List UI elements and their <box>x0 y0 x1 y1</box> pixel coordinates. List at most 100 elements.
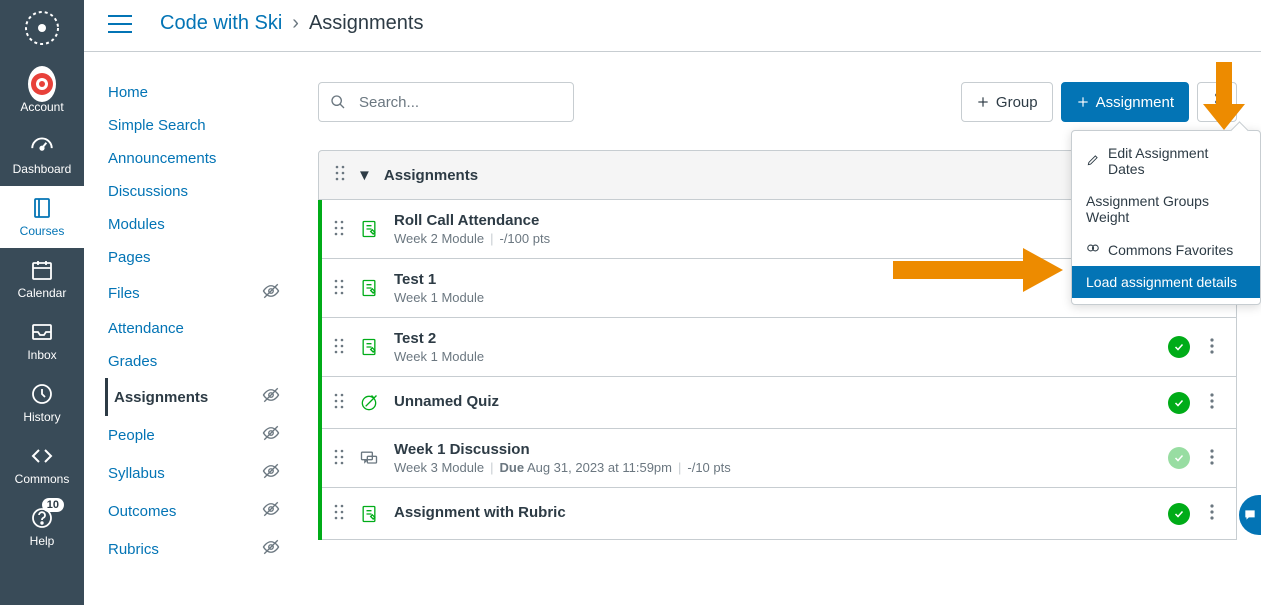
assignment-row: Assignment with Rubric <box>322 488 1237 540</box>
hamburger-menu[interactable] <box>108 15 132 33</box>
assignment-title[interactable]: Unnamed Quiz <box>394 393 1154 410</box>
nav-label: Inbox <box>27 348 56 362</box>
course-nav: Home Simple Search AnnouncementsDiscussion… <box>84 60 294 605</box>
dropdown-item[interactable]: Assignment Groups Weight <box>1072 185 1260 233</box>
course-nav-item[interactable]: Grades <box>108 345 294 378</box>
assignment-icon <box>358 504 380 524</box>
toolbar: Group Assignment <box>318 82 1237 122</box>
dropdown-label: Assignment Groups Weight <box>1086 193 1246 225</box>
dropdown-item[interactable]: Commons Favorites <box>1072 233 1260 266</box>
nav-label: Help <box>30 534 55 548</box>
caret-down-icon[interactable]: ▼ <box>357 167 372 184</box>
book-icon <box>28 194 56 222</box>
published-icon[interactable] <box>1168 503 1190 525</box>
course-nav-item[interactable]: Discussions <box>108 175 294 208</box>
drag-handle-icon[interactable] <box>334 338 344 357</box>
nav-dashboard[interactable]: Dashboard <box>0 124 84 186</box>
course-nav-item[interactable]: Pages <box>108 241 294 274</box>
course-nav-item[interactable]: People <box>108 416 294 454</box>
nav-item-label: Outcomes <box>108 503 176 520</box>
avatar-icon <box>28 70 56 98</box>
assignment-body: Week 1 DiscussionWeek 3 Module|Due Aug 3… <box>394 441 1154 475</box>
drag-handle-icon[interactable] <box>334 220 344 239</box>
pencil-icon <box>1086 153 1100 170</box>
nav-item-label: People <box>108 427 155 444</box>
canvas-logo[interactable] <box>22 8 62 48</box>
breadcrumb: Code with Ski › Assignments <box>160 12 423 35</box>
row-options-button[interactable] <box>1204 500 1220 527</box>
course-nav-item[interactable]: Attendance <box>108 312 294 345</box>
assignment-title[interactable]: Test 2 <box>394 330 1154 347</box>
dropdown-label: Edit Assignment Dates <box>1108 145 1246 177</box>
published-icon[interactable] <box>1168 336 1190 358</box>
search-input[interactable] <box>318 82 574 122</box>
assignment-row: Week 1 DiscussionWeek 3 Module|Due Aug 3… <box>322 429 1237 488</box>
assignment-title[interactable]: Week 1 Discussion <box>394 441 1154 458</box>
hidden-eye-icon <box>262 282 280 304</box>
breadcrumb-course[interactable]: Code with Ski <box>160 12 282 35</box>
assignment-body: Test 2 Week 1 Module <box>394 330 1154 364</box>
course-nav-item[interactable]: Simple Search <box>108 109 294 142</box>
course-nav-item[interactable]: Syllabus <box>108 454 294 492</box>
nav-commons[interactable]: Commons <box>0 434 84 496</box>
drag-handle-icon[interactable] <box>335 165 345 185</box>
button-label: Assignment <box>1096 94 1174 111</box>
row-options-button[interactable] <box>1204 389 1220 416</box>
course-nav-item[interactable]: Assignments <box>105 378 294 416</box>
nav-item-label: Attendance <box>108 320 184 337</box>
assignment-row: Unnamed Quiz <box>322 377 1237 429</box>
add-group-button[interactable]: Group <box>961 82 1053 122</box>
assignment-icon <box>358 219 380 239</box>
clock-icon <box>28 380 56 408</box>
nav-item-label: Rubrics <box>108 541 159 558</box>
hidden-eye-icon <box>262 424 280 446</box>
help-badge: 10 <box>42 498 64 512</box>
row-options-button[interactable] <box>1204 334 1220 361</box>
nav-item-label: Simple Search <box>108 117 206 134</box>
add-assignment-button[interactable]: Assignment <box>1061 82 1189 122</box>
course-nav-item[interactable]: Outcomes <box>108 492 294 530</box>
nav-inbox[interactable]: Inbox <box>0 310 84 372</box>
hidden-eye-icon <box>262 500 280 522</box>
course-nav-item[interactable]: Announcements <box>108 142 294 175</box>
assignment-meta: Week 1 Module <box>394 349 1154 364</box>
breadcrumb-current: Assignments <box>309 12 424 35</box>
search-icon <box>330 94 346 110</box>
nav-courses[interactable]: Courses <box>0 186 84 248</box>
assignment-title[interactable]: Assignment with Rubric <box>394 504 1154 521</box>
course-nav-item[interactable]: Rubrics <box>108 530 294 568</box>
nav-label: Dashboard <box>13 162 72 176</box>
drag-handle-icon[interactable] <box>334 449 344 468</box>
drag-handle-icon[interactable] <box>334 393 344 412</box>
inbox-icon <box>28 318 56 346</box>
nav-item-label: Grades <box>108 353 157 370</box>
plus-icon <box>1076 95 1090 109</box>
nav-item-label: Files <box>108 285 140 302</box>
assignment-body: Assignment with Rubric <box>394 504 1154 523</box>
nav-item-label: Syllabus <box>108 465 165 482</box>
dropdown-item[interactable]: Load assignment details <box>1072 266 1260 298</box>
annotation-arrow-down <box>1203 62 1245 133</box>
breadcrumb-bar: Code with Ski › Assignments <box>84 0 1261 52</box>
hidden-eye-icon <box>262 538 280 560</box>
published-icon[interactable] <box>1168 392 1190 414</box>
published-icon[interactable] <box>1168 447 1190 469</box>
nav-item-label: Pages <box>108 249 151 266</box>
nav-calendar[interactable]: Calendar <box>0 248 84 310</box>
nav-label: Calendar <box>18 286 67 300</box>
nav-label: Courses <box>20 224 65 238</box>
drag-handle-icon[interactable] <box>334 504 344 523</box>
nav-account[interactable]: Account <box>0 62 84 124</box>
course-nav-item[interactable]: Home <box>108 76 294 109</box>
nav-history[interactable]: History <box>0 372 84 434</box>
nav-help[interactable]: 10 Help <box>0 496 84 558</box>
assignment-body: Unnamed Quiz <box>394 393 1154 412</box>
course-nav-item[interactable]: Modules <box>108 208 294 241</box>
course-nav-item[interactable]: Files <box>108 274 294 312</box>
quiz-icon <box>358 393 380 413</box>
search-wrap <box>318 82 574 122</box>
dropdown-item[interactable]: Edit Assignment Dates <box>1072 137 1260 185</box>
row-options-button[interactable] <box>1204 445 1220 472</box>
hidden-eye-icon <box>262 386 280 408</box>
drag-handle-icon[interactable] <box>334 279 344 298</box>
